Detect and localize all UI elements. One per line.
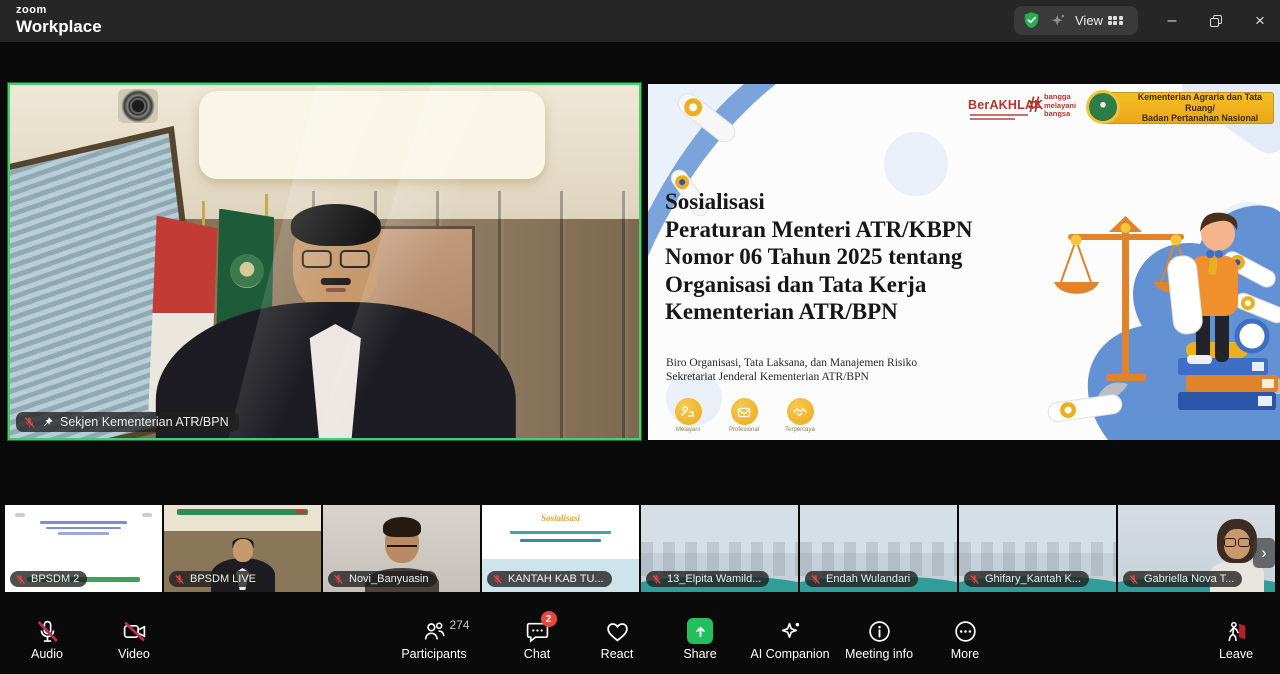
meeting-info-button[interactable]: Meeting info — [835, 617, 923, 661]
share-screen-icon — [687, 618, 713, 644]
participant-tile-endah[interactable]: Endah Wulandari — [800, 505, 957, 592]
participant-nametag: KANTAH KAB TU... — [487, 571, 612, 587]
leave-button[interactable]: Leave — [1203, 617, 1269, 661]
view-label: View — [1075, 13, 1103, 28]
share-button[interactable]: Share — [672, 617, 728, 661]
participant-nametag: 13_Elpita Wamild... — [646, 571, 769, 587]
shared-screen-slide[interactable]: BerAKHLAK # bangga melayani bangsa Kemen… — [648, 84, 1280, 440]
ministry-banner-line1: Kementerian Agraria dan Tata Ruang/ — [1127, 92, 1273, 113]
title-bar: zoom Workplace View – × — [0, 0, 1280, 42]
chat-unread-badge: 2 — [541, 611, 557, 627]
muted-mic-icon — [810, 574, 821, 585]
melayani-icon — [675, 398, 702, 425]
participant-tile-bpsdm-live[interactable]: BPSDM LIVE — [164, 505, 321, 592]
view-grid-icon — [1108, 16, 1123, 26]
participant-nametag: Novi_Banyuasin — [328, 571, 437, 587]
meeting-toolbar: Audio Video 274 Participants 2 Chat — [0, 610, 1280, 674]
zoom-workplace-logo: zoom Workplace — [16, 5, 102, 35]
terpercaya-icon — [787, 398, 814, 425]
speaker-figure — [155, 210, 515, 440]
participant-tile-kantah[interactable]: Sosialisasi KANTAH KAB TU... — [482, 505, 639, 592]
profesional-icon — [731, 398, 758, 425]
heart-react-icon — [605, 617, 630, 645]
restore-icon — [1210, 15, 1222, 27]
muted-mic-icon — [969, 574, 980, 585]
muted-mic-icon — [15, 574, 26, 585]
participant-tile-gabriella[interactable]: Gabriella Nova T... — [1118, 505, 1275, 592]
camera-muted-icon — [122, 617, 147, 645]
participant-tile-bpsdm2[interactable]: BPSDM 2 — [5, 505, 162, 592]
muted-mic-icon — [23, 416, 36, 429]
main-speaker-name: Sekjen Kementerian ATR/BPN — [60, 415, 229, 429]
bangga-melayani-bangsa-logo: bangga melayani bangsa — [1044, 93, 1076, 119]
audio-button[interactable]: Audio — [14, 617, 80, 661]
muted-mic-icon — [174, 574, 185, 585]
participants-icon: 274 — [422, 617, 447, 645]
security-shield-icon[interactable] — [1022, 11, 1041, 30]
participant-tile-ghifary[interactable]: Ghifary_Kantah K... — [959, 505, 1116, 592]
main-speaker-video[interactable]: Sekjen Kementerian ATR/BPN — [8, 83, 641, 440]
more-button[interactable]: More — [937, 617, 993, 661]
video-button[interactable]: Video — [101, 617, 167, 661]
react-button[interactable]: React — [589, 617, 645, 661]
participant-tile-elpita[interactable]: 13_Elpita Wamild... — [641, 505, 798, 592]
mic-muted-icon — [35, 617, 60, 645]
participants-button[interactable]: 274 Participants — [390, 617, 478, 661]
muted-mic-icon — [333, 574, 344, 585]
zoom-meeting-window: zoom Workplace View – × — [0, 0, 1280, 674]
ministry-banner: Kementerian Agraria dan Tata Ruang/ Bada… — [1100, 92, 1274, 124]
muted-mic-icon — [492, 574, 503, 585]
chat-icon: 2 — [525, 617, 550, 645]
brand-workplace: Workplace — [16, 18, 102, 35]
speaker-glasses — [301, 250, 369, 268]
ai-companion-status-icon[interactable] — [1049, 12, 1067, 30]
slide-subtitle: Biro Organisasi, Tata Laksana, dan Manaj… — [666, 356, 917, 384]
minimize-button[interactable]: – — [1150, 0, 1194, 42]
ministry-banner-line2: Badan Pertanahan Nasional — [1127, 113, 1273, 124]
slide-illustration — [1030, 140, 1280, 440]
participant-nametag: Ghifary_Kantah K... — [964, 571, 1089, 587]
filmstrip-next-button[interactable]: › — [1253, 538, 1275, 568]
main-speaker-nametag: Sekjen Kementerian ATR/BPN — [16, 412, 239, 432]
muted-mic-icon — [1128, 574, 1139, 585]
participant-nametag: BPSDM LIVE — [169, 571, 264, 587]
slide-header-logos: BerAKHLAK # bangga melayani bangsa Kemen… — [968, 90, 1274, 132]
slide-value-icons: Melayani Profesional Terpercaya — [668, 398, 820, 433]
participant-nametag: Gabriella Nova T... — [1123, 571, 1242, 587]
brand-zoom: zoom — [16, 5, 102, 16]
bangga-hash-logo: # — [1028, 92, 1040, 118]
participant-nametag: Endah Wulandari — [805, 571, 918, 587]
ai-companion-icon — [778, 617, 803, 645]
participant-filmstrip: BPSDM 2 BPSDM LIVE Novi_Banyuasin Sosial… — [0, 505, 1280, 592]
participant-tile-novi[interactable]: Novi_Banyuasin — [323, 505, 480, 592]
close-icon: × — [1255, 11, 1265, 31]
pin-icon — [42, 416, 54, 428]
restore-button[interactable] — [1194, 0, 1238, 42]
minimize-icon: – — [1168, 12, 1177, 30]
participant-nametag: BPSDM 2 — [10, 571, 87, 587]
participants-count: 274 — [450, 618, 470, 632]
view-button[interactable]: View — [1075, 13, 1123, 28]
atr-bpn-logo — [1086, 90, 1120, 124]
chat-button[interactable]: 2 Chat — [509, 617, 565, 661]
info-icon — [867, 617, 892, 645]
ai-companion-button[interactable]: AI Companion — [746, 617, 834, 661]
titlebar-status-pill: View — [1014, 6, 1138, 35]
leave-door-icon — [1224, 617, 1249, 645]
slide-title: Sosialisasi Peraturan Menteri ATR/KBPN N… — [665, 188, 972, 326]
more-ellipsis-icon — [953, 617, 978, 645]
muted-mic-icon — [651, 574, 662, 585]
close-button[interactable]: × — [1238, 0, 1280, 42]
chevron-right-icon: › — [1261, 543, 1267, 563]
